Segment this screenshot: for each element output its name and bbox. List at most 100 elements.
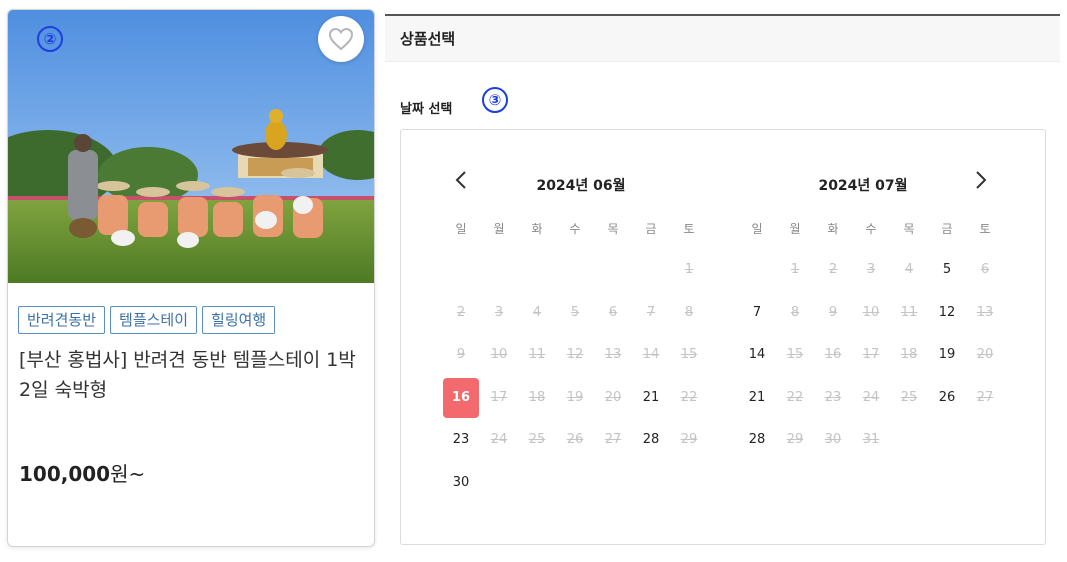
- calendar-day: 22: [680, 389, 698, 405]
- calendar-day: 3: [866, 262, 876, 277]
- tag-healing[interactable]: 힐링여행: [202, 306, 276, 334]
- calendar-day: 20: [604, 389, 622, 405]
- calendar-day: 26: [566, 432, 584, 448]
- calendar-day: 6: [980, 262, 990, 277]
- calendar-day: 29: [680, 432, 698, 448]
- calendar-day[interactable]: 14: [739, 338, 775, 372]
- weekday-label: 토: [979, 222, 991, 236]
- calendar-day: 10: [862, 304, 880, 320]
- product-price: 100,000원~: [19, 458, 145, 487]
- calendar-day[interactable]: 23: [443, 423, 479, 457]
- calendar-day: 16: [824, 347, 842, 363]
- calendar-day: 19: [566, 389, 584, 405]
- calendar-day: 1: [790, 262, 800, 277]
- calendar-day: 6: [608, 304, 618, 320]
- weekday-label: 수: [569, 222, 581, 236]
- tag-list: 반려견동반 템플스테이 힐링여행: [18, 306, 276, 334]
- month-title-june: 2024년 06월: [536, 178, 626, 194]
- calendar-day: 27: [604, 432, 622, 448]
- calendar-day: 2: [828, 262, 838, 277]
- calendar-day: 2: [456, 304, 466, 320]
- date-picker: 2024년 06월 2024년 07월 일 월 화 수 목 금 토 1 2 3 4 5 6 7 8 9 10 11…: [400, 129, 1046, 545]
- calendar-day: 3: [494, 304, 504, 320]
- temple-photo-image: [8, 10, 374, 283]
- calendar-day[interactable]: 30: [443, 466, 479, 500]
- tag-templestay[interactable]: 템플스테이: [110, 306, 198, 334]
- weekday-label: 목: [903, 222, 915, 236]
- calendar-day: 22: [786, 389, 804, 405]
- calendar-day: 9: [828, 304, 838, 320]
- calendar-day: 27: [976, 389, 994, 405]
- weekday-label: 화: [827, 222, 839, 236]
- date-select-label: 날짜 선택: [400, 102, 453, 117]
- calendar-day: 8: [790, 304, 800, 320]
- calendar-day: 29: [786, 432, 804, 448]
- section-title: 상품선택: [400, 30, 456, 48]
- prev-month-button[interactable]: [449, 168, 473, 192]
- calendar-day: 9: [456, 347, 466, 363]
- chevron-left-icon: [455, 171, 466, 189]
- calendar-day: 25: [528, 432, 546, 448]
- heart-outline-icon: [328, 27, 354, 51]
- calendar-day: 8: [684, 304, 694, 320]
- calendar-day[interactable]: 26: [929, 381, 965, 415]
- price-suffix: 원~: [110, 462, 146, 486]
- calendar-day: 24: [490, 432, 508, 448]
- next-month-button[interactable]: [969, 168, 993, 192]
- product-title[interactable]: [부산 홍법사] 반려견 동반 템플스테이 1박2일 숙박형: [19, 345, 364, 405]
- calendar-day[interactable]: 28: [739, 423, 775, 457]
- calendar-day: 17: [490, 389, 508, 405]
- calendar-day: 20: [976, 347, 994, 363]
- weekday-label: 금: [941, 222, 953, 236]
- calendar-day: 24: [862, 389, 880, 405]
- calendar-day: 15: [680, 347, 698, 363]
- wishlist-button[interactable]: [318, 16, 364, 62]
- weekday-label: 월: [493, 222, 505, 236]
- tag-pet[interactable]: 반려견동반: [18, 306, 106, 334]
- price-amount: 100,000: [19, 462, 111, 486]
- calendar-day[interactable]: 7: [739, 296, 775, 330]
- calendar-day: 12: [566, 347, 584, 363]
- calendar-day[interactable]: 12: [929, 296, 965, 330]
- calendar-day: 14: [642, 347, 660, 363]
- weekday-label: 일: [455, 222, 467, 236]
- calendar-day: 23: [824, 389, 842, 405]
- calendar-day: 15: [786, 347, 804, 363]
- calendar-day: 25: [900, 389, 918, 405]
- calendar-day: 10: [490, 347, 508, 363]
- calendar-day: 30: [824, 432, 842, 448]
- weekday-label: 화: [531, 222, 543, 236]
- section-header: 상품선택: [385, 14, 1060, 62]
- weekday-label: 금: [645, 222, 657, 236]
- calendar-day[interactable]: 28: [633, 423, 669, 457]
- calendar-day: 18: [528, 389, 546, 405]
- calendar-day: 5: [570, 304, 580, 320]
- product-card[interactable]: ② 반려견동반 템플스테이 힐링여행 [부산 홍법사] 반려견 동반 템플스테이…: [7, 9, 375, 547]
- calendar-day[interactable]: 21: [633, 381, 669, 415]
- chevron-right-icon: [976, 171, 987, 189]
- calendar-day: 11: [528, 347, 546, 363]
- weekday-label: 토: [683, 222, 695, 236]
- calendar-day: 13: [604, 347, 622, 363]
- calendar-day: 7: [646, 304, 656, 320]
- calendar-day: 17: [862, 347, 880, 363]
- month-title-july: 2024년 07월: [818, 178, 908, 194]
- product-selection-panel: 상품선택 날짜 선택 ③ 2024년 06월 2024년 07월 일 월 화 수 목 금 토…: [385, 14, 1060, 562]
- calendar-day-selected[interactable]: 16: [443, 377, 479, 418]
- annotation-marker-2: ②: [37, 26, 63, 52]
- weekday-label: 목: [607, 222, 619, 236]
- calendar-day: 11: [900, 304, 918, 320]
- weekday-label: 월: [789, 222, 801, 236]
- calendar-day: 18: [900, 347, 918, 363]
- calendar-day: 4: [904, 262, 914, 277]
- calendar-day[interactable]: 19: [929, 338, 965, 372]
- calendar-day: 31: [862, 432, 880, 448]
- annotation-marker-3: ③: [482, 87, 508, 113]
- product-photo[interactable]: ②: [8, 10, 374, 283]
- weekday-label: 일: [751, 222, 763, 236]
- calendar-day[interactable]: 21: [739, 381, 775, 415]
- calendar-day: 4: [532, 304, 542, 320]
- calendar-day: 13: [976, 304, 994, 320]
- calendar-day[interactable]: 5: [929, 253, 965, 287]
- weekday-label: 수: [865, 222, 877, 236]
